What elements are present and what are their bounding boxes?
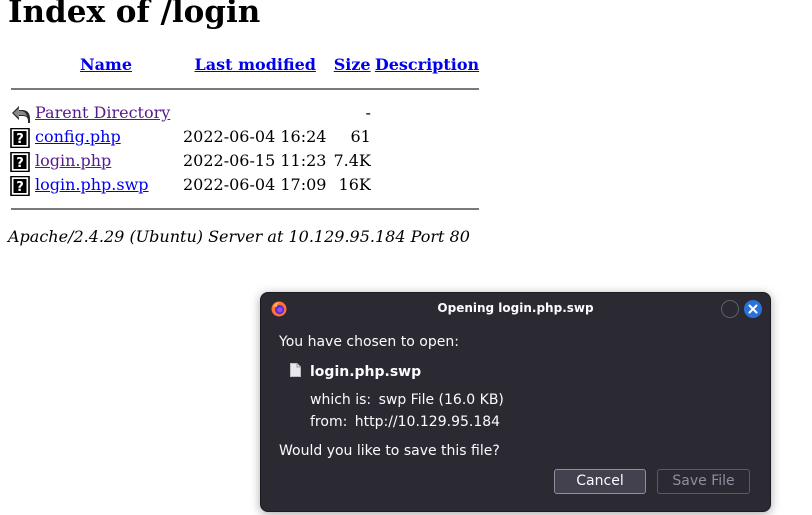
svg-text:?: ? bbox=[16, 156, 24, 171]
sort-by-description-link[interactable]: Description bbox=[375, 55, 479, 74]
table-row: Parent Directory - bbox=[10, 102, 480, 124]
save-file-button[interactable]: Save File bbox=[657, 469, 750, 494]
table-row: ? login.php.swp 2022-06-04 17:09 16K bbox=[10, 174, 480, 196]
file-link-config[interactable]: config.php bbox=[35, 127, 121, 146]
minimize-button[interactable] bbox=[721, 300, 739, 318]
file-modified: 2022-06-15 11:23 bbox=[183, 151, 327, 170]
parent-directory-link[interactable]: Parent Directory bbox=[35, 103, 170, 122]
file-size: 7.4K bbox=[333, 151, 371, 170]
cancel-button[interactable]: Cancel bbox=[554, 469, 646, 494]
sort-by-last-modified-link[interactable]: Last modified bbox=[195, 55, 316, 74]
file-type-value: swp File (16.0 KB) bbox=[378, 392, 504, 408]
download-dialog: Opening login.php.swp You have chosen to… bbox=[260, 292, 771, 512]
directory-listing: Name Last modified Size Description Pare… bbox=[8, 52, 482, 222]
save-question: Would you like to save this file? bbox=[279, 443, 500, 459]
table-row: ? login.php 2022-06-15 11:23 7.4K bbox=[10, 150, 480, 172]
file-size: - bbox=[365, 103, 371, 122]
file-link-login-swp[interactable]: login.php.swp bbox=[35, 175, 149, 194]
sort-by-size-link[interactable]: Size bbox=[334, 55, 371, 74]
svg-text:?: ? bbox=[16, 132, 24, 147]
divider-line bbox=[11, 88, 480, 90]
dialog-title: Opening login.php.swp bbox=[437, 301, 594, 315]
dialog-intro: You have chosen to open: bbox=[279, 334, 459, 350]
file-size: 16K bbox=[338, 175, 371, 194]
divider-line bbox=[11, 208, 480, 210]
footer-divider bbox=[10, 198, 480, 220]
listing-header-row: Name Last modified Size Description bbox=[10, 54, 480, 76]
file-size: 61 bbox=[350, 127, 371, 146]
unknown-file-icon: ? bbox=[10, 127, 30, 148]
file-modified: 2022-06-04 16:24 bbox=[183, 127, 327, 146]
close-icon bbox=[748, 304, 758, 314]
file-type-label: which is: bbox=[310, 392, 372, 408]
unknown-file-icon: ? bbox=[10, 151, 30, 172]
svg-text:?: ? bbox=[16, 180, 24, 195]
file-source-row: from: http://10.129.95.184 bbox=[310, 414, 500, 430]
file-modified: 2022-06-04 17:09 bbox=[183, 175, 327, 194]
dialog-titlebar[interactable]: Opening login.php.swp bbox=[261, 293, 770, 324]
file-source-value: http://10.129.95.184 bbox=[354, 414, 501, 430]
document-icon bbox=[290, 363, 301, 377]
file-type-row: which is: swp File (16.0 KB) bbox=[310, 392, 504, 408]
server-signature: Apache/2.4.29 (Ubuntu) Server at 10.129.… bbox=[8, 227, 470, 246]
header-divider bbox=[10, 78, 480, 100]
file-source-label: from: bbox=[310, 414, 348, 430]
file-link-login[interactable]: login.php bbox=[35, 151, 111, 170]
close-button[interactable] bbox=[744, 300, 762, 318]
dialog-filename: login.php.swp bbox=[310, 364, 422, 380]
table-row: ? config.php 2022-06-04 16:24 61 bbox=[10, 126, 480, 148]
icon-column-header bbox=[10, 54, 32, 76]
unknown-file-icon: ? bbox=[10, 175, 30, 196]
sort-by-name-link[interactable]: Name bbox=[80, 55, 132, 74]
page-title: Index of /login bbox=[8, 0, 261, 30]
back-arrow-icon bbox=[12, 105, 30, 123]
